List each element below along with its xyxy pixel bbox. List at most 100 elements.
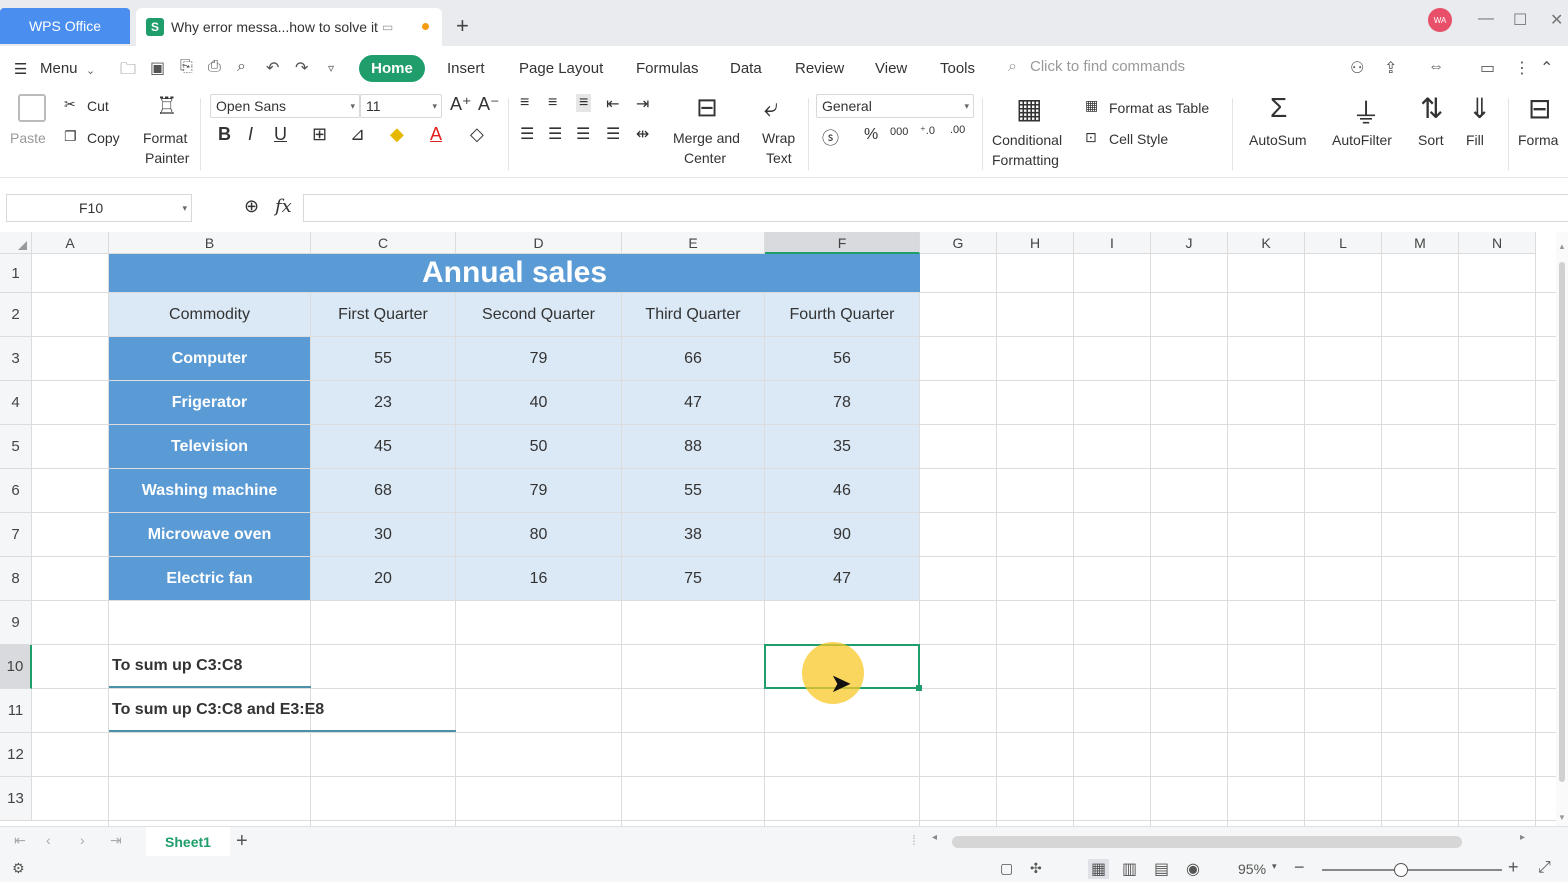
value-cell[interactable]: 90 bbox=[765, 513, 919, 556]
align-top-icon[interactable]: ≡ bbox=[520, 94, 529, 112]
value-cell[interactable]: 45 bbox=[311, 425, 455, 468]
font-color-icon[interactable]: A bbox=[430, 124, 442, 145]
redo-icon[interactable]: ↷ bbox=[295, 58, 308, 78]
header-cell-q2[interactable]: Second Quarter bbox=[456, 293, 621, 336]
value-cell[interactable]: 79 bbox=[456, 337, 621, 380]
cell-format-icon[interactable]: ⊿ bbox=[350, 124, 365, 145]
value-cell[interactable]: 55 bbox=[311, 337, 455, 380]
tab-formulas[interactable]: Formulas bbox=[636, 60, 699, 77]
increase-indent-icon[interactable]: ⇥ bbox=[636, 94, 649, 114]
value-cell[interactable]: 80 bbox=[456, 513, 621, 556]
align-right-icon[interactable]: ☰ bbox=[576, 124, 590, 144]
value-cell[interactable]: 30 bbox=[311, 513, 455, 556]
increase-decimal-icon[interactable]: ⁺.0 bbox=[920, 124, 935, 137]
value-cell[interactable]: 38 bbox=[622, 513, 764, 556]
merge-center-icon[interactable]: ⊟ bbox=[696, 92, 718, 123]
scroll-right-icon[interactable]: ▸ bbox=[1520, 832, 1525, 843]
value-cell[interactable]: 78 bbox=[765, 381, 919, 424]
select-all-corner[interactable] bbox=[0, 232, 32, 254]
find-commands-input[interactable]: Click to find commands bbox=[1030, 58, 1185, 75]
row-header-9[interactable]: 9 bbox=[0, 601, 32, 645]
underline-icon[interactable]: U bbox=[274, 124, 287, 145]
fill-color-icon[interactable]: ◆ bbox=[390, 124, 404, 145]
decrease-font-icon[interactable]: A⁻ bbox=[478, 94, 500, 115]
share-icon[interactable]: ⇪ bbox=[1384, 58, 1397, 78]
tab-page-layout[interactable]: Page Layout bbox=[519, 60, 603, 77]
fill-button[interactable]: Fill bbox=[1466, 132, 1484, 148]
note-cell-sum-c[interactable]: To sum up C3:C8 bbox=[109, 645, 311, 688]
number-format-select[interactable]: General ▾ bbox=[816, 94, 974, 118]
percent-icon[interactable]: % bbox=[864, 126, 878, 144]
row-header-1[interactable]: 1 bbox=[0, 254, 32, 293]
value-cell[interactable]: 40 bbox=[456, 381, 621, 424]
italic-icon[interactable]: I bbox=[248, 124, 253, 145]
format-icon[interactable]: ⊟ bbox=[1528, 92, 1551, 125]
add-sheet-button[interactable]: + bbox=[236, 830, 248, 853]
page-break-view-icon[interactable]: ▥ bbox=[1122, 859, 1137, 879]
value-cell[interactable]: 79 bbox=[456, 469, 621, 512]
tab-review[interactable]: Review bbox=[795, 60, 844, 77]
fill-down-icon[interactable]: ⇓ bbox=[1468, 92, 1491, 125]
value-cell[interactable]: 47 bbox=[622, 381, 764, 424]
export-icon[interactable]: ⎘ bbox=[180, 58, 193, 76]
filter-icon[interactable]: ⏚ bbox=[1352, 92, 1380, 132]
prev-sheet-icon[interactable]: ‹ bbox=[46, 832, 51, 848]
tab-home[interactable]: Home bbox=[359, 55, 425, 82]
clear-format-icon[interactable]: ◇ bbox=[470, 124, 484, 145]
new-tab-button[interactable]: + bbox=[456, 14, 469, 38]
value-cell[interactable]: 88 bbox=[622, 425, 764, 468]
sort-icon[interactable]: ⇅ bbox=[1420, 92, 1443, 125]
open-folder-icon[interactable]: 🗀 bbox=[120, 58, 136, 85]
paste-icon[interactable] bbox=[18, 94, 46, 122]
avatar[interactable]: WA bbox=[1428, 8, 1452, 32]
normal-view-icon[interactable]: ▦ bbox=[1088, 859, 1110, 879]
column-header-l[interactable]: L bbox=[1305, 232, 1382, 254]
commodity-cell[interactable]: Frigerator bbox=[109, 381, 310, 424]
value-cell[interactable]: 50 bbox=[456, 425, 621, 468]
row-header-4[interactable]: 4 bbox=[0, 381, 32, 425]
value-cell[interactable]: 46 bbox=[765, 469, 919, 512]
cell-style-button[interactable]: Cell Style bbox=[1109, 131, 1168, 147]
column-header-k[interactable]: K bbox=[1228, 232, 1305, 254]
name-box[interactable]: F10 ▾ bbox=[6, 194, 192, 222]
sheet-tab-sheet1[interactable]: Sheet1 bbox=[146, 827, 230, 857]
autofilter-button[interactable]: AutoFilter bbox=[1332, 132, 1392, 148]
value-cell[interactable]: 16 bbox=[456, 557, 621, 600]
header-cell-commodity[interactable]: Commodity bbox=[109, 293, 310, 336]
save-icon[interactable]: ▣ bbox=[150, 58, 165, 78]
row-header-10[interactable]: 10 bbox=[0, 645, 32, 689]
document-tab[interactable]: S Why error messa...how to solve it ▭ bbox=[136, 8, 442, 46]
name-box-chevron-icon[interactable]: ▾ bbox=[182, 195, 187, 221]
tab-tools[interactable]: Tools bbox=[940, 60, 975, 77]
wrap-text-icon[interactable]: ⤶ bbox=[764, 92, 779, 124]
eye-protection-icon[interactable]: ◉ bbox=[1186, 859, 1200, 879]
format-painter-label-1[interactable]: Format bbox=[143, 130, 187, 146]
macro-icon[interactable]: ⚙ bbox=[12, 860, 25, 877]
cut-button[interactable]: Cut bbox=[87, 98, 109, 114]
vertical-scroll-thumb[interactable] bbox=[1559, 262, 1565, 782]
commodity-cell[interactable]: Electric fan bbox=[109, 557, 310, 600]
column-header-m[interactable]: M bbox=[1382, 232, 1459, 254]
conditional-formatting-icon[interactable]: ▦ bbox=[1016, 92, 1042, 125]
align-center-icon[interactable]: ☰ bbox=[548, 124, 562, 144]
zoom-formula-icon[interactable]: ⊕ bbox=[244, 196, 259, 217]
row-header-11[interactable]: 11 bbox=[0, 689, 32, 733]
bold-icon[interactable]: B bbox=[218, 124, 231, 145]
sort-button[interactable]: Sort bbox=[1418, 132, 1444, 148]
currency-icon[interactable]: ⓢ bbox=[822, 124, 839, 149]
share-user-icon[interactable]: ⚇ bbox=[1350, 58, 1364, 78]
conditional-formatting-label-1[interactable]: Conditional bbox=[992, 132, 1062, 148]
comment-icon[interactable]: ▭ bbox=[1480, 58, 1495, 78]
row-header-13[interactable]: 13 bbox=[0, 777, 32, 821]
scroll-divider[interactable]: ⁞ bbox=[912, 832, 916, 848]
zoom-in-icon[interactable]: + bbox=[1508, 857, 1519, 878]
conditional-formatting-label-2[interactable]: Formatting bbox=[992, 152, 1059, 168]
row-header-8[interactable]: 8 bbox=[0, 557, 32, 601]
value-cell[interactable]: 66 bbox=[622, 337, 764, 380]
decrease-decimal-icon[interactable]: .00 bbox=[950, 124, 965, 136]
quick-access-chevron-icon[interactable]: ▿ bbox=[328, 61, 334, 75]
zoom-chevron-icon[interactable]: ▾ bbox=[1272, 861, 1277, 872]
align-left-icon[interactable]: ☰ bbox=[520, 124, 534, 144]
format-painter-icon[interactable]: ♖ bbox=[156, 92, 178, 121]
tab-view[interactable]: View bbox=[875, 60, 907, 77]
